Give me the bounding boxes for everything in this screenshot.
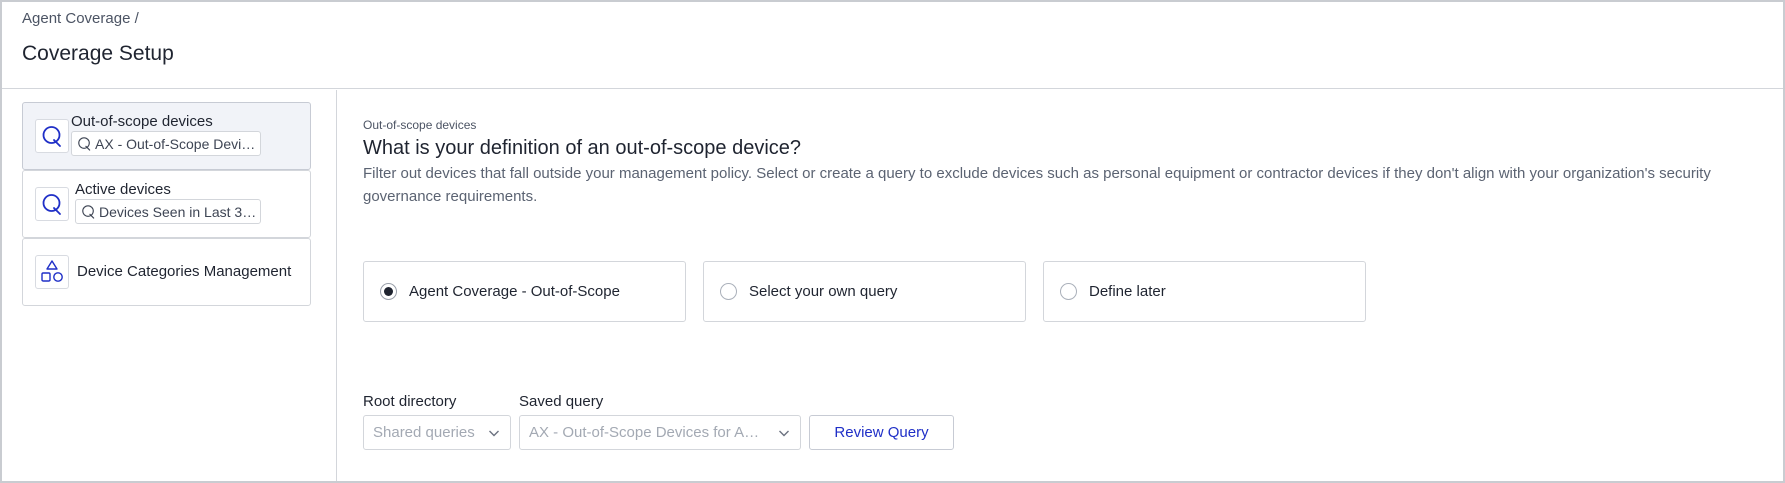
sidebar-item-title: Device Categories Management <box>77 263 292 280</box>
radio-checked[interactable] <box>380 283 397 300</box>
sidebar-item-query-chip: Devices Seen in Last 30 Days <box>75 199 261 224</box>
sidebar-item-query: Devices Seen in Last 30 Days <box>99 203 260 220</box>
sidebar-item-query-chip: AX - Out-of-Scope Devices for <box>71 131 261 156</box>
section-description: Filter out devices that fall outside you… <box>363 165 1711 205</box>
option-agent-coverage[interactable]: Agent Coverage - Out-of-Scope <box>363 261 686 322</box>
saved-query-select[interactable]: AX - Out-of-Scope Devices for Agent Cove… <box>519 415 801 450</box>
sidebar-item-active-devices[interactable]: Active devices Devices Seen in Last 30 D… <box>22 170 311 238</box>
review-query-button[interactable]: Review Query <box>809 415 954 450</box>
sidebar-item-device-categories[interactable]: Device Categories Management <box>22 238 311 306</box>
sidebar-item-title: Out-of-scope devices <box>71 113 213 130</box>
root-directory-value: Shared queries <box>373 424 475 441</box>
radio-unchecked[interactable] <box>1060 283 1077 300</box>
sidebar-item-out-of-scope-devices[interactable]: Out-of-scope devices AX - Out-of-Scope D… <box>22 102 311 170</box>
query-icon <box>35 119 69 153</box>
saved-query-value: AX - Out-of-Scope Devices for Agent Cove… <box>529 424 766 441</box>
sidebar-item-query: AX - Out-of-Scope Devices for <box>95 135 260 152</box>
shapes-icon <box>35 255 69 289</box>
root-directory-label: Root directory <box>363 393 457 410</box>
option-define-later[interactable]: Define later <box>1043 261 1366 322</box>
section-eyebrow: Out-of-scope devices <box>363 118 477 132</box>
saved-query-label: Saved query <box>519 393 604 410</box>
root-directory-select[interactable]: Shared queries <box>363 415 511 450</box>
chevron-down-icon <box>779 430 789 437</box>
option-label: Agent Coverage - Out-of-Scope <box>409 283 620 300</box>
chevron-down-icon <box>489 430 499 437</box>
page-title: Coverage Setup <box>22 42 174 65</box>
radio-unchecked[interactable] <box>720 283 737 300</box>
sidebar: Out-of-scope devices AX - Out-of-Scope D… <box>2 90 337 481</box>
query-icon <box>35 187 69 221</box>
breadcrumb[interactable]: Agent Coverage / <box>22 10 139 27</box>
option-label: Define later <box>1089 283 1166 300</box>
option-label: Select your own query <box>749 283 898 300</box>
section-question: What is your definition of an out-of-sco… <box>363 137 802 159</box>
query-small-icon <box>78 137 91 151</box>
sidebar-item-title: Active devices <box>75 181 171 198</box>
query-small-icon <box>82 205 95 219</box>
main-panel: Out-of-scope devices What is your defini… <box>338 90 1783 481</box>
option-select-own-query[interactable]: Select your own query <box>703 261 1026 322</box>
page-header: Agent Coverage / Coverage Setup <box>2 2 1783 89</box>
